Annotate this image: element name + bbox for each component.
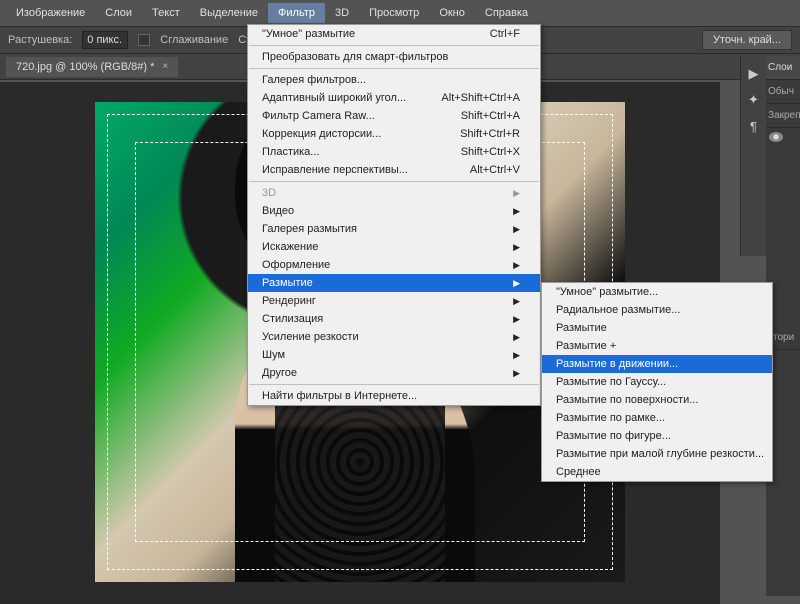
- menu-select[interactable]: Выделение: [190, 3, 268, 23]
- lock-row[interactable]: Закреп: [766, 104, 800, 128]
- play-icon[interactable]: ▶: [746, 66, 762, 82]
- chevron-right-icon: ▶: [513, 314, 520, 325]
- menu-image[interactable]: Изображение: [6, 3, 95, 23]
- blend-mode-row[interactable]: Обыч: [766, 80, 800, 104]
- blur-radial[interactable]: Радиальное размытие...: [542, 301, 772, 319]
- layers-tab[interactable]: Слои: [766, 56, 800, 80]
- menu-browse-online[interactable]: Найти фильтры в Интернете...: [248, 387, 540, 405]
- menu-3d[interactable]: 3D: [325, 3, 359, 23]
- menu-liquify[interactable]: Пластика...Shift+Ctrl+X: [248, 143, 540, 161]
- menu-adaptive-wide[interactable]: Адаптивный широкий угол...Alt+Shift+Ctrl…: [248, 89, 540, 107]
- collapsed-panel-rail: ▶ ✦ ¶: [740, 56, 766, 256]
- chevron-right-icon: ▶: [513, 350, 520, 361]
- blur-shape[interactable]: Размытие по фигуре...: [542, 427, 772, 445]
- blur-blur[interactable]: Размытие: [542, 319, 772, 337]
- chevron-right-icon: ▶: [513, 224, 520, 235]
- menu-layers[interactable]: Слои: [95, 3, 142, 23]
- blur-smart[interactable]: "Умное" размытие...: [542, 283, 772, 301]
- document-tab-title: 720.jpg @ 100% (RGB/8#) *: [16, 61, 154, 73]
- chevron-right-icon: ▶: [513, 296, 520, 307]
- antialias-label: Сглаживание: [160, 34, 228, 46]
- blur-submenu: "Умное" размытие... Радиальное размытие.…: [541, 282, 773, 482]
- blur-more[interactable]: Размытие +: [542, 337, 772, 355]
- blur-surface[interactable]: Размытие по поверхности...: [542, 391, 772, 409]
- menu-camera-raw[interactable]: Фильтр Camera Raw...Shift+Ctrl+A: [248, 107, 540, 125]
- layer-visibility-row[interactable]: [766, 128, 800, 146]
- main-menubar: Изображение Слои Текст Выделение Фильтр …: [0, 0, 800, 26]
- blur-motion[interactable]: Размытие в движении...: [542, 355, 772, 373]
- menu-vanishing-point[interactable]: Исправление перспективы...Alt+Ctrl+V: [248, 161, 540, 179]
- document-tab[interactable]: 720.jpg @ 100% (RGB/8#) * ×: [6, 57, 178, 77]
- chevron-right-icon: ▶: [513, 278, 520, 289]
- character-icon[interactable]: ¶: [746, 118, 762, 134]
- menu-blur-gallery-sub[interactable]: Галерея размытия▶: [248, 220, 540, 238]
- menu-sharpen-sub[interactable]: Усиление резкости▶: [248, 328, 540, 346]
- menu-smart-blur-repeat[interactable]: "Умное" размытиеCtrl+F: [248, 25, 540, 43]
- close-tab-icon[interactable]: ×: [162, 61, 168, 72]
- menu-3d-sub[interactable]: 3D▶: [248, 184, 540, 202]
- antialias-checkbox[interactable]: [138, 34, 150, 46]
- filter-dropdown: "Умное" размытиеCtrl+F Преобразовать для…: [247, 24, 541, 406]
- menu-pixelate-sub[interactable]: Оформление▶: [248, 256, 540, 274]
- menu-other-sub[interactable]: Другое▶: [248, 364, 540, 382]
- menu-help[interactable]: Справка: [475, 3, 538, 23]
- chevron-right-icon: ▶: [513, 242, 520, 253]
- feather-label: Растушевка:: [8, 34, 72, 46]
- menu-blur-sub[interactable]: Размытие▶: [248, 274, 540, 292]
- chevron-right-icon: ▶: [513, 206, 520, 217]
- menu-window[interactable]: Окно: [429, 3, 475, 23]
- menu-text[interactable]: Текст: [142, 3, 190, 23]
- chevron-right-icon: ▶: [513, 188, 520, 199]
- menu-stylize-sub[interactable]: Стилизация▶: [248, 310, 540, 328]
- feather-input[interactable]: [82, 31, 128, 49]
- blur-average[interactable]: Среднее: [542, 463, 772, 481]
- chevron-right-icon: ▶: [513, 368, 520, 379]
- eye-icon: [769, 132, 783, 142]
- blur-lens[interactable]: Размытие при малой глубине резкости...: [542, 445, 772, 463]
- chevron-right-icon: ▶: [513, 260, 520, 271]
- menu-distort-sub[interactable]: Искажение▶: [248, 238, 540, 256]
- blur-gaussian[interactable]: Размытие по Гауссу...: [542, 373, 772, 391]
- menu-convert-smart[interactable]: Преобразовать для смарт-фильтров: [248, 48, 540, 66]
- chevron-right-icon: ▶: [513, 332, 520, 343]
- menu-render-sub[interactable]: Рендеринг▶: [248, 292, 540, 310]
- blur-box[interactable]: Размытие по рамке...: [542, 409, 772, 427]
- menu-view[interactable]: Просмотр: [359, 3, 429, 23]
- menu-filter-gallery[interactable]: Галерея фильтров...: [248, 71, 540, 89]
- menu-filter[interactable]: Фильтр: [268, 3, 325, 23]
- brushes-icon[interactable]: ✦: [746, 92, 762, 108]
- menu-video-sub[interactable]: Видео▶: [248, 202, 540, 220]
- menu-noise-sub[interactable]: Шум▶: [248, 346, 540, 364]
- refine-edge-button[interactable]: Уточн. край...: [702, 30, 792, 50]
- menu-lens-correction[interactable]: Коррекция дисторсии...Shift+Ctrl+R: [248, 125, 540, 143]
